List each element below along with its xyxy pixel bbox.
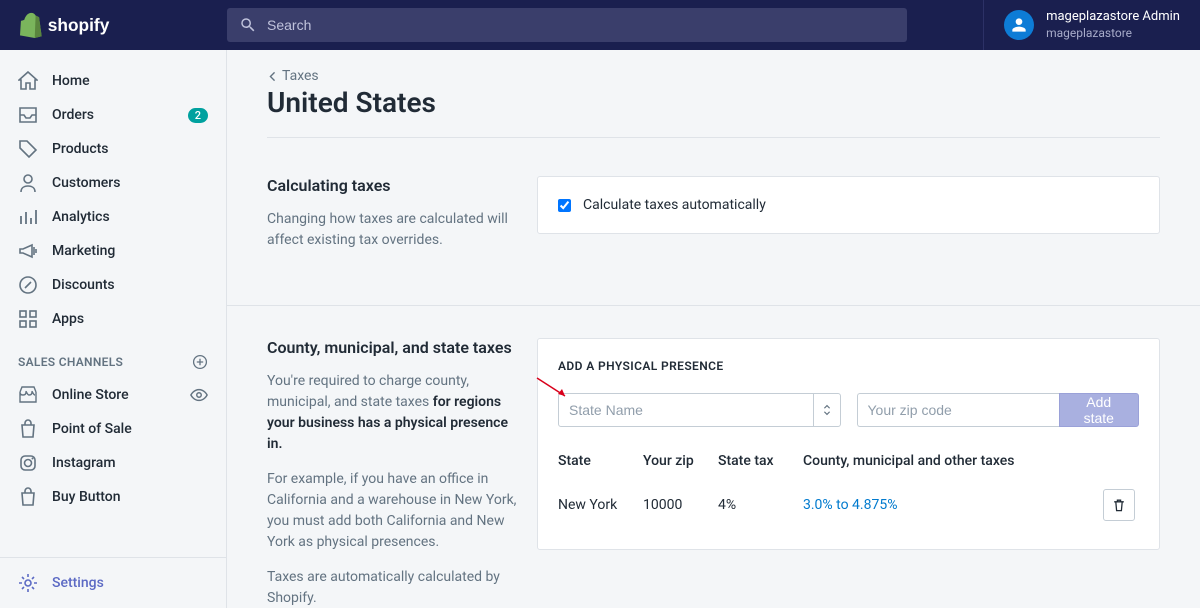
sidebar-item-label: Customers	[52, 175, 120, 191]
orders-badge: 2	[188, 108, 208, 123]
sidebar-item-marketing[interactable]: Marketing	[0, 234, 226, 268]
sidebar-item-customers[interactable]: Customers	[0, 166, 226, 200]
delete-row-button[interactable]	[1103, 489, 1135, 521]
state-input[interactable]	[558, 393, 841, 427]
sidebar-item-label: Settings	[52, 575, 104, 591]
grid-icon	[18, 309, 38, 329]
breadcrumb-back[interactable]: Taxes	[267, 68, 319, 84]
breadcrumb-label: Taxes	[282, 68, 319, 84]
user-text: mageplazastore Admin mageplazastore	[1046, 9, 1180, 41]
divider	[267, 137, 1160, 138]
home-icon	[18, 71, 38, 91]
th-other: County, municipal and other taxes	[803, 453, 1103, 469]
presence-table: State Your zip State tax County, municip…	[558, 445, 1139, 529]
section-description: Taxes are automatically calculated by Sh…	[267, 567, 517, 608]
user-icon	[18, 173, 38, 193]
table-row: New York 10000 4% 3.0% to 4.875%	[558, 477, 1139, 529]
cell-zip: 10000	[643, 497, 718, 513]
sidebar-item-label: Marketing	[52, 243, 115, 259]
auto-calc-label: Calculate taxes automatically	[583, 197, 766, 213]
percent-icon	[18, 275, 38, 295]
sidebar-item-label: Point of Sale	[52, 421, 132, 437]
presence-card: ADD A PHYSICAL PRESENCE Add state	[537, 338, 1160, 550]
th-rate: State tax	[718, 453, 803, 469]
store-name: mageplazastore	[1046, 26, 1180, 42]
main-content: Taxes United States Calculating taxes Ch…	[227, 50, 1200, 608]
calc-card: Calculate taxes automatically	[537, 176, 1160, 234]
section-description: You're required to charge county, munici…	[267, 371, 517, 455]
th-state: State	[558, 453, 643, 469]
chevron-left-icon	[267, 71, 278, 82]
section-title: Calculating taxes	[267, 176, 517, 195]
calculating-taxes-section: Calculating taxes Changing how taxes are…	[267, 176, 1160, 265]
sidebar-item-label: Buy Button	[52, 489, 121, 505]
store-icon	[18, 385, 38, 405]
section-description: For example, if you have an office in Ca…	[267, 469, 517, 553]
tag-icon	[18, 139, 38, 159]
sidebar-item-apps[interactable]: Apps	[0, 302, 226, 336]
search-container	[227, 0, 907, 50]
sidebar: Home Orders 2 Products Customers Analyti…	[0, 50, 227, 608]
card-header: ADD A PHYSICAL PRESENCE	[558, 359, 1139, 373]
zip-input[interactable]	[857, 393, 1059, 427]
sidebar-item-discounts[interactable]: Discounts	[0, 268, 226, 302]
sidebar-item-analytics[interactable]: Analytics	[0, 200, 226, 234]
avatar	[1004, 10, 1034, 40]
sidebar-item-products[interactable]: Products	[0, 132, 226, 166]
svg-text:shopify: shopify	[48, 15, 110, 35]
trash-icon	[1111, 497, 1127, 513]
button-icon	[18, 487, 38, 507]
sidebar-item-settings[interactable]: Settings	[0, 566, 226, 600]
auto-calc-checkbox[interactable]	[558, 199, 571, 212]
cell-rate: 4%	[718, 497, 803, 513]
user-area[interactable]: mageplazastore Admin mageplazastore	[983, 0, 1200, 50]
sidebar-item-label: Apps	[52, 311, 84, 327]
section-title: County, municipal, and state taxes	[267, 338, 517, 357]
presence-section: County, municipal, and state taxes You'r…	[267, 338, 1160, 608]
inbox-icon	[18, 105, 38, 125]
top-bar: shopify mageplazastore Admin mageplazast…	[0, 0, 1200, 50]
sidebar-item-label: Home	[52, 73, 90, 89]
page-title: United States	[267, 86, 1160, 119]
search-box[interactable]	[227, 8, 907, 42]
sidebar-item-orders[interactable]: Orders 2	[0, 98, 226, 132]
sidebar-item-label: Products	[52, 141, 109, 157]
shopify-logo[interactable]: shopify	[0, 12, 227, 38]
sidebar-channel-online-store[interactable]: Online Store	[0, 378, 226, 412]
bag-icon	[18, 419, 38, 439]
sidebar-channel-instagram[interactable]: Instagram	[0, 446, 226, 480]
search-icon	[239, 16, 257, 34]
divider	[227, 305, 1200, 306]
sidebar-item-home[interactable]: Home	[0, 64, 226, 98]
eye-icon[interactable]	[190, 386, 208, 404]
instagram-icon	[18, 453, 38, 473]
sidebar-item-label: Analytics	[52, 209, 110, 225]
cell-other-link[interactable]: 3.0% to 4.875%	[803, 497, 897, 513]
chart-icon	[18, 207, 38, 227]
plus-circle-icon[interactable]	[192, 354, 208, 370]
sales-channels-header: SALES CHANNELS	[0, 346, 226, 378]
user-name: mageplazastore Admin	[1046, 9, 1180, 26]
sidebar-channel-buy-button[interactable]: Buy Button	[0, 480, 226, 514]
sidebar-item-label: Discounts	[52, 277, 115, 293]
sidebar-item-label: Orders	[52, 107, 94, 123]
sidebar-channel-pos[interactable]: Point of Sale	[0, 412, 226, 446]
search-input[interactable]	[267, 17, 895, 33]
section-description: Changing how taxes are calculated will a…	[267, 209, 517, 251]
add-state-button[interactable]: Add state	[1059, 393, 1140, 427]
cell-state: New York	[558, 497, 643, 513]
th-zip: Your zip	[643, 453, 718, 469]
state-select[interactable]	[558, 393, 841, 427]
megaphone-icon	[18, 241, 38, 261]
sidebar-item-label: Instagram	[52, 455, 116, 471]
sidebar-item-label: Online Store	[52, 387, 129, 403]
gear-icon	[18, 573, 38, 593]
